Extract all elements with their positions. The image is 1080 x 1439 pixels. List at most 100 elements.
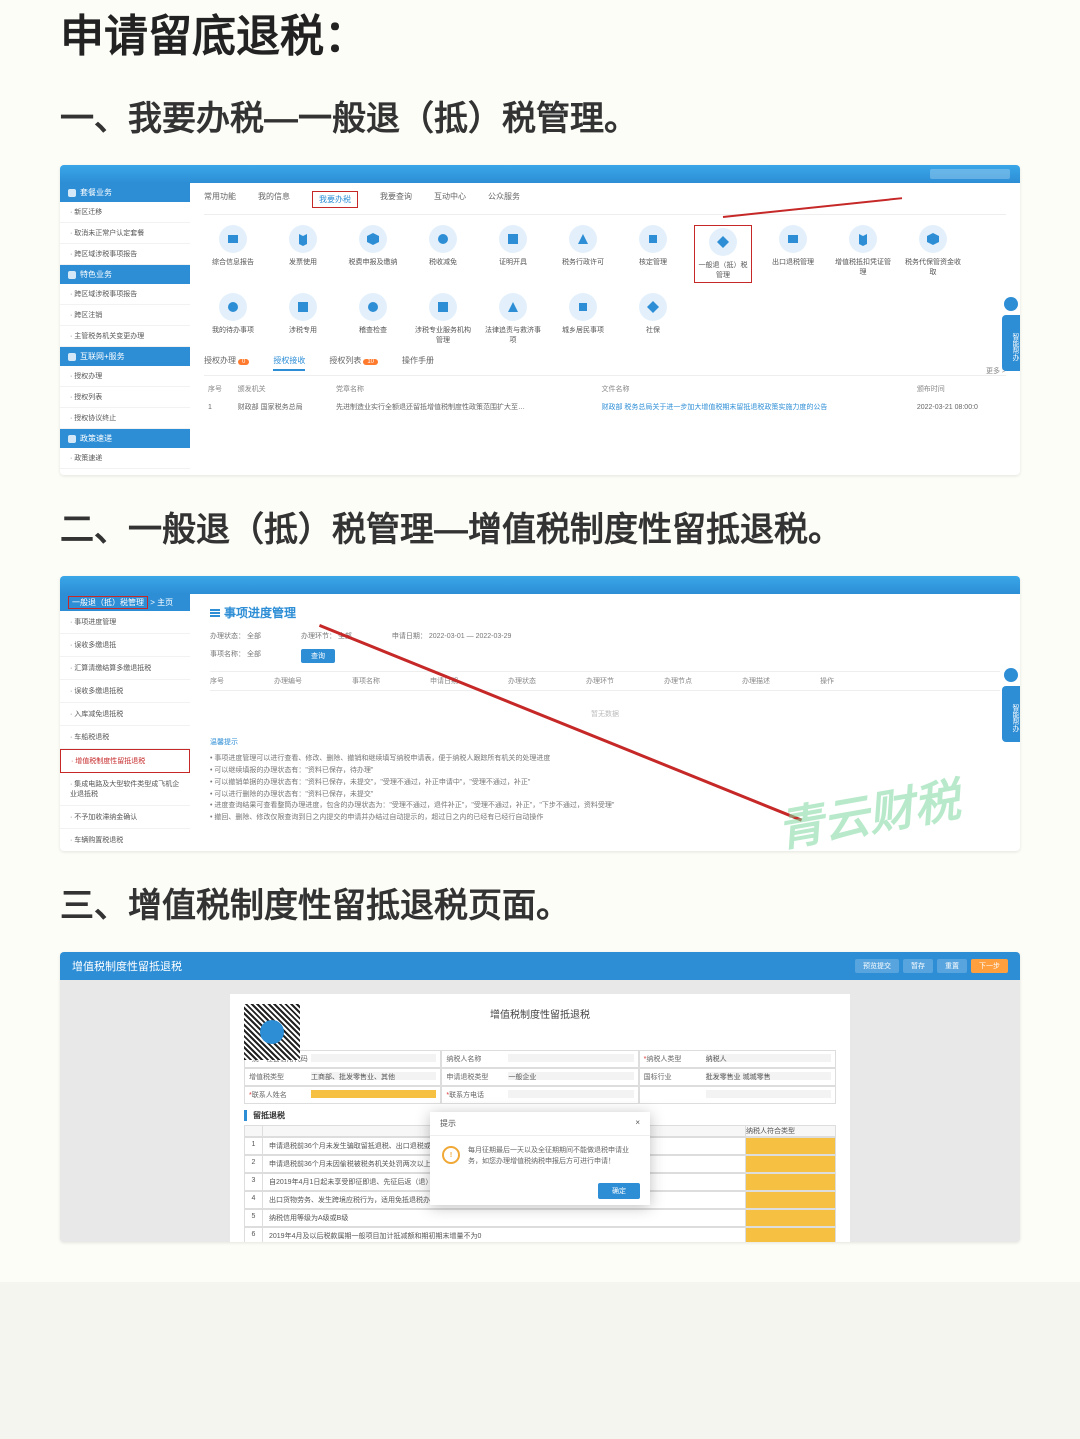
col-head: 颁发机关 <box>234 380 332 398</box>
q-num: 3 <box>245 1174 263 1190</box>
service-icon[interactable]: 法律追责与救济事项 <box>484 293 542 345</box>
side-item[interactable]: · 跨区注销 <box>60 305 190 326</box>
toolbar-button[interactable]: 暂存 <box>903 959 933 973</box>
service-icon[interactable]: 增值税抵扣凭证管理 <box>834 225 892 283</box>
side-item[interactable]: · 授权办理 <box>60 366 190 387</box>
form-cell[interactable] <box>639 1086 836 1104</box>
cell-date: 2022-03-21 08:00:0 <box>913 398 1006 416</box>
help-tab[interactable]: 智能帮办 <box>1002 315 1020 371</box>
出口退税管理-icon <box>779 225 807 253</box>
form-cell[interactable]: 国标行业批发零售业 城城零售 <box>639 1068 836 1086</box>
service-icon[interactable]: 税收减免 <box>414 225 472 283</box>
col-head: 办理编号 <box>274 676 302 686</box>
service-icon[interactable]: 社保 <box>624 293 682 345</box>
filter-date-to[interactable]: 2022-03-29 <box>476 633 512 640</box>
tab[interactable]: 公众服务 <box>488 191 520 208</box>
col-head: 办理环节 <box>586 676 614 686</box>
col-head: 序号 <box>210 676 224 686</box>
service-icon[interactable]: 税务行政许可 <box>554 225 612 283</box>
service-icon[interactable]: 稽查检查 <box>344 293 402 345</box>
q-answer[interactable] <box>745 1228 835 1242</box>
side-item[interactable]: · 增值税制度性留抵退税 <box>60 749 190 773</box>
side-item[interactable]: · 不予加收滞纳金确认 <box>60 806 190 829</box>
cell-link[interactable]: 财政部 税务总局关于进一步加大增值税期末留抵退税政策实施力度的公告 <box>597 398 912 416</box>
service-icon[interactable]: 出口退税管理 <box>764 225 822 283</box>
window-titlebar <box>60 576 1020 594</box>
subtab[interactable]: 授权接收 <box>273 355 305 371</box>
close-icon[interactable]: × <box>635 1118 640 1129</box>
service-icon[interactable]: 发票使用 <box>274 225 332 283</box>
filter-status-value[interactable]: 全部 <box>247 633 261 640</box>
side-item[interactable]: · 车船税退税 <box>60 726 190 749</box>
service-icon[interactable]: 涉税专用 <box>274 293 332 345</box>
q-answer[interactable] <box>745 1156 835 1172</box>
side-item[interactable]: · 集成电路及大型软件类型成飞机企业退抵税 <box>60 773 190 806</box>
subtab[interactable]: 操作手册 <box>402 355 434 371</box>
q-num: 1 <box>245 1138 263 1154</box>
side-item[interactable]: · 跨区域涉税事项报告 <box>60 244 190 265</box>
service-icon[interactable]: 税务代保管资金收取 <box>904 225 962 283</box>
tab[interactable]: 我要查询 <box>380 191 412 208</box>
service-icon[interactable]: 我的待办事项 <box>204 293 262 345</box>
tab[interactable]: 常用功能 <box>204 191 236 208</box>
toolbar-button[interactable]: 重置 <box>937 959 967 973</box>
service-icon[interactable]: 城乡居民事项 <box>554 293 612 345</box>
col-head: 文件名称 <box>597 380 912 398</box>
form-cell[interactable]: 联系人姓名 <box>244 1086 441 1104</box>
modal-ok-button[interactable]: 确定 <box>598 1183 640 1199</box>
tab[interactable]: 我的信息 <box>258 191 290 208</box>
filter-name-value[interactable]: 全部 <box>247 651 261 658</box>
q-answer[interactable] <box>745 1210 835 1226</box>
service-icon[interactable]: 证明开具 <box>484 225 542 283</box>
side-item[interactable]: · 误收多缴退抵税 <box>60 680 190 703</box>
涉税专业服务机构管理-icon <box>429 293 457 321</box>
toolbar-button[interactable]: 下一步 <box>971 959 1008 973</box>
side-item[interactable]: · 事项进度管理 <box>60 611 190 634</box>
modal-body: 每月征期最后一天以及全征期期间不能做退税申请业务，如您办理增值税纳税申报后方可进… <box>468 1146 638 1167</box>
form-cell[interactable]: 联系方电话 <box>441 1086 638 1104</box>
service-icon[interactable]: 综合信息报告 <box>204 225 262 283</box>
form-cell[interactable]: 纳税人名称 <box>441 1050 638 1068</box>
q-answer[interactable] <box>745 1174 835 1190</box>
subtab[interactable]: 授权办理0 <box>204 355 249 371</box>
help-tab[interactable]: 智能帮办 <box>1002 686 1020 742</box>
q-answer[interactable] <box>745 1192 835 1208</box>
query-button[interactable]: 查询 <box>301 649 335 663</box>
side-group-head: 政策速递 <box>60 429 190 448</box>
toolbar-button[interactable]: 预览提交 <box>855 959 899 973</box>
side-item[interactable]: · 误收多缴退抵 <box>60 634 190 657</box>
service-icon[interactable]: 一般退（抵）税管理 <box>694 225 752 283</box>
稽查检查-icon <box>359 293 387 321</box>
screenshot-3: 增值税制度性留抵退税 预览提交暂存重置下一步 增值税制度性留抵退税 基本信息 统… <box>60 952 1020 1242</box>
form-cell[interactable]: 增值税类型工商部、批发零售业、其他 <box>244 1068 441 1086</box>
filter-date-from[interactable]: 2022-03-01 <box>429 633 465 640</box>
side-item[interactable]: · 汇算清缴结算多缴退抵税 <box>60 657 190 680</box>
screenshot-1: 套餐业务· 新区迁移· 取消未正常户认定套餐· 跨区域涉税事项报告特色业务· 跨… <box>60 165 1020 475</box>
综合信息报告-icon <box>219 225 247 253</box>
side-item[interactable]: · 跨区域涉税事项报告 <box>60 284 190 305</box>
subtab[interactable]: 授权列表10 <box>329 355 378 371</box>
question-row: 5纳税信用等级为A级或B级 <box>244 1209 836 1227</box>
side-item[interactable]: · 新区迁移 <box>60 202 190 223</box>
side-item[interactable]: · 主管税务机关变更办理 <box>60 326 190 347</box>
q-answer[interactable] <box>745 1138 835 1154</box>
side-item[interactable]: · 授权列表 <box>60 387 190 408</box>
q-num: 2 <box>245 1156 263 1172</box>
side-item[interactable]: · 我的提醒 <box>60 469 190 475</box>
service-icon[interactable]: 涉税专业服务机构管理 <box>414 293 472 345</box>
service-icon[interactable]: 税费申报及缴纳 <box>344 225 402 283</box>
side-item[interactable]: · 授权协议终止 <box>60 408 190 429</box>
tab[interactable]: 互动中心 <box>434 191 466 208</box>
side-item[interactable]: · 取消未正常户认定套餐 <box>60 223 190 244</box>
side-item[interactable]: · 政策速递 <box>60 448 190 469</box>
service-icon[interactable]: 核定管理 <box>624 225 682 283</box>
side-item[interactable]: · 车辆购置税退税 <box>60 829 190 851</box>
tab[interactable]: 我要办税 <box>312 191 358 208</box>
form-cell[interactable]: 纳税人类型纳税人 <box>639 1050 836 1068</box>
cell-org: 财政部 国家税务总局 <box>234 398 332 416</box>
side-item[interactable]: · 入库减免退抵税 <box>60 703 190 726</box>
q-head-num <box>245 1126 263 1136</box>
more-link[interactable]: 更多 > <box>204 366 1006 376</box>
form-cell[interactable]: 申请退税类型一般企业 <box>441 1068 638 1086</box>
step1-heading: 一、我要办税—一般退（抵）税管理。 <box>60 94 1020 145</box>
